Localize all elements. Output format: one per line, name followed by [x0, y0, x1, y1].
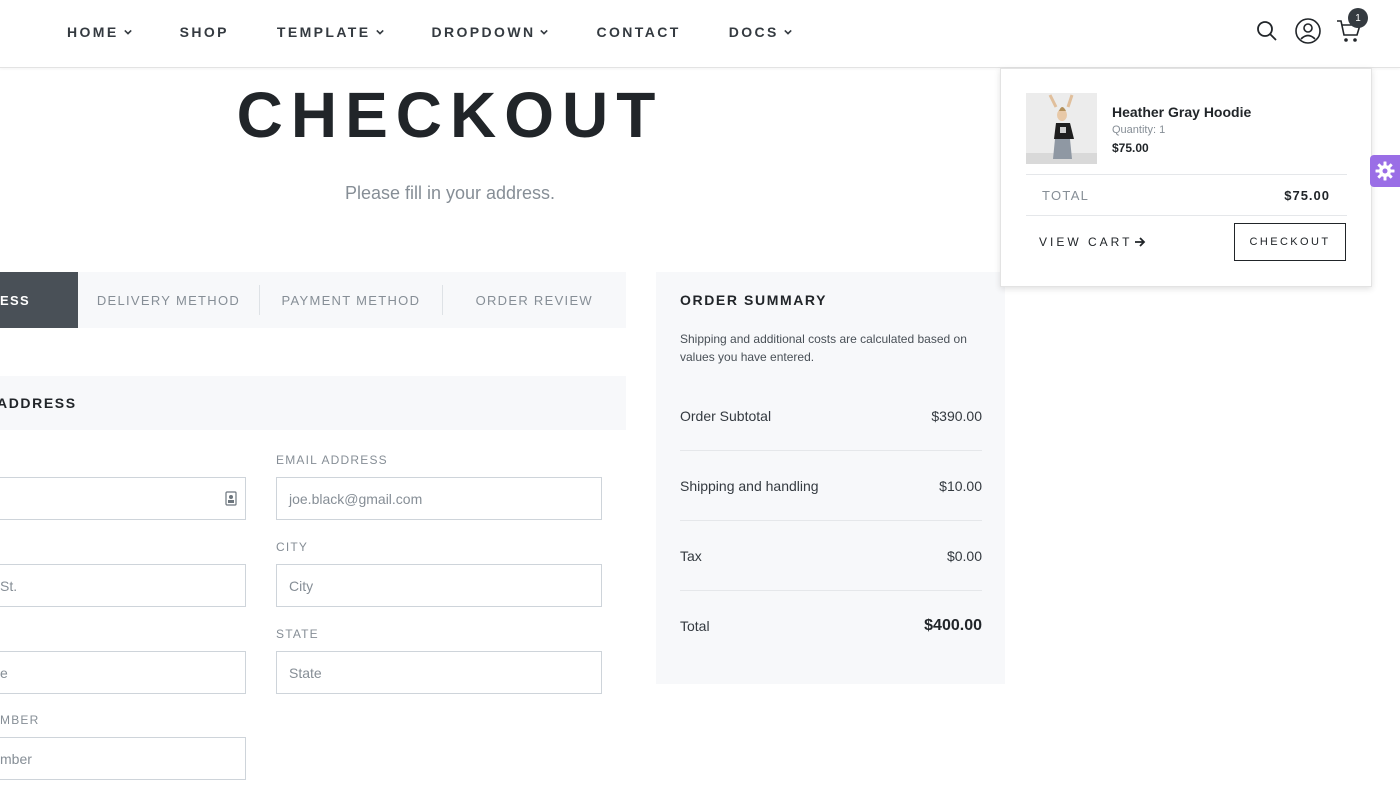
street-placeholder: St. [0, 577, 18, 594]
summary-row-tax: Tax $0.00 [680, 548, 982, 564]
cart-divider [1026, 174, 1347, 175]
phone-label: MBER [0, 713, 40, 727]
subtotal-label: Order Subtotal [680, 408, 772, 424]
nav-icons: 1 [1241, 8, 1368, 48]
nav-template-label: TEMPLATE [276, 24, 371, 40]
tax-value: $0.00 [946, 548, 982, 564]
cart-total-value: $75.00 [1284, 188, 1330, 203]
name-field[interactable] [0, 477, 246, 520]
search-icon [1257, 21, 1277, 41]
nav-shop[interactable]: SHOP [180, 24, 229, 40]
contact-card-icon [225, 491, 237, 506]
navbar: HOME SHOP TEMPLATE DROPDOWN CONTACT DOCS [0, 0, 1400, 68]
state-label: STATE [276, 627, 319, 641]
state-placeholder: State [289, 664, 322, 681]
nav-docs[interactable]: DOCS [729, 24, 792, 40]
nav-home-label: HOME [67, 24, 119, 40]
page-subtitle: Please fill in your address. [344, 183, 556, 203]
step-payment-method[interactable]: PAYMENT METHOD [260, 272, 441, 328]
checkout-button-label: CHECKOUT [1249, 236, 1331, 248]
user-icon [1295, 18, 1321, 44]
step-order-review[interactable]: ORDER REVIEW [443, 272, 626, 328]
view-cart-label: VIEW CART [1039, 235, 1133, 249]
order-summary-note: Shipping and additional costs are calcul… [680, 332, 967, 364]
nav-dropdown[interactable]: DROPDOWN [432, 24, 549, 40]
cart-button[interactable]: 1 [1334, 8, 1368, 48]
cart-item-thumbnail[interactable] [1026, 93, 1097, 164]
chevron-down-icon [783, 29, 792, 35]
nav-shop-label: SHOP [179, 24, 229, 40]
phone-field[interactable]: mber [0, 737, 246, 780]
chevron-down-icon [375, 29, 384, 35]
search-button[interactable] [1252, 14, 1282, 48]
shipping-label: Shipping and handling [680, 478, 819, 494]
summary-divider [680, 590, 982, 591]
zip-field[interactable]: e [0, 651, 246, 694]
settings-tab[interactable] [1370, 155, 1400, 187]
checkout-steps: ESS DELIVERY METHOD PAYMENT METHOD ORDER… [0, 272, 626, 328]
cart-count-badge: 1 [1348, 8, 1368, 28]
gear-icon [1375, 161, 1395, 181]
email-field[interactable]: joe.black@gmail.com [276, 477, 602, 520]
summary-row-subtotal: Order Subtotal $390.00 [680, 408, 982, 424]
subtotal-value: $390.00 [931, 408, 982, 424]
nav-template[interactable]: TEMPLATE [277, 24, 384, 40]
street-field[interactable]: St. [0, 564, 246, 607]
city-placeholder: City [289, 577, 314, 594]
cart-item-price: $75.00 [1112, 141, 1149, 155]
account-button[interactable] [1293, 14, 1323, 48]
total-label: Total [680, 618, 710, 634]
summary-divider [680, 450, 982, 451]
main-nav: HOME SHOP TEMPLATE DROPDOWN CONTACT DOCS [67, 0, 840, 64]
summary-row-total: Total $400.00 [680, 617, 982, 635]
nav-home[interactable]: HOME [67, 24, 132, 40]
address-section-header: ADDRESS [0, 376, 626, 430]
cart-dropdown: Heather Gray Hoodie Quantity: 1 $75.00 T… [1000, 68, 1372, 287]
chevron-down-icon [123, 29, 132, 35]
summary-divider [680, 520, 982, 521]
checkout-button[interactable]: CHECKOUT [1234, 223, 1346, 261]
step-payment-label: PAYMENT METHOD [281, 292, 421, 308]
step-delivery-label: DELIVERY METHOD [96, 292, 241, 308]
order-summary: ORDER SUMMARY Shipping and additional co… [656, 272, 1005, 684]
city-field[interactable]: City [276, 564, 602, 607]
nav-contact-label: CONTACT [596, 24, 681, 40]
summary-row-shipping: Shipping and handling $10.00 [680, 478, 982, 494]
zip-placeholder: e [0, 664, 8, 681]
step-delivery-method[interactable]: DELIVERY METHOD [78, 272, 259, 328]
cart-item-quantity: Quantity: 1 [1112, 124, 1166, 136]
step-review-label: ORDER REVIEW [475, 292, 594, 308]
arrow-right-icon [1135, 237, 1146, 247]
address-heading: ADDRESS [0, 395, 77, 411]
nav-docs-label: DOCS [728, 24, 779, 40]
order-summary-title: ORDER SUMMARY [680, 292, 828, 308]
chevron-down-icon [540, 29, 549, 35]
email-label: EMAIL ADDRESS [276, 453, 388, 467]
view-cart-link[interactable]: VIEW CART [1039, 235, 1146, 249]
cart-item-name[interactable]: Heather Gray Hoodie [1112, 104, 1251, 120]
phone-placeholder: mber [0, 750, 32, 767]
tax-label: Tax [680, 548, 702, 564]
product-image [1026, 93, 1097, 164]
step-address[interactable]: ESS [0, 272, 78, 328]
nav-dropdown-label: DROPDOWN [431, 24, 536, 40]
nav-contact[interactable]: CONTACT [596, 24, 680, 40]
email-placeholder: joe.black@gmail.com [289, 490, 423, 507]
total-value: $400.00 [924, 617, 982, 634]
city-label: CITY [276, 540, 309, 554]
shipping-value: $10.00 [939, 478, 982, 494]
state-field[interactable]: State [276, 651, 602, 694]
step-address-label: ESS [0, 292, 30, 308]
cart-divider [1026, 215, 1347, 216]
cart-total-label: TOTAL [1042, 188, 1090, 203]
page-title: CHECKOUT [236, 79, 664, 151]
